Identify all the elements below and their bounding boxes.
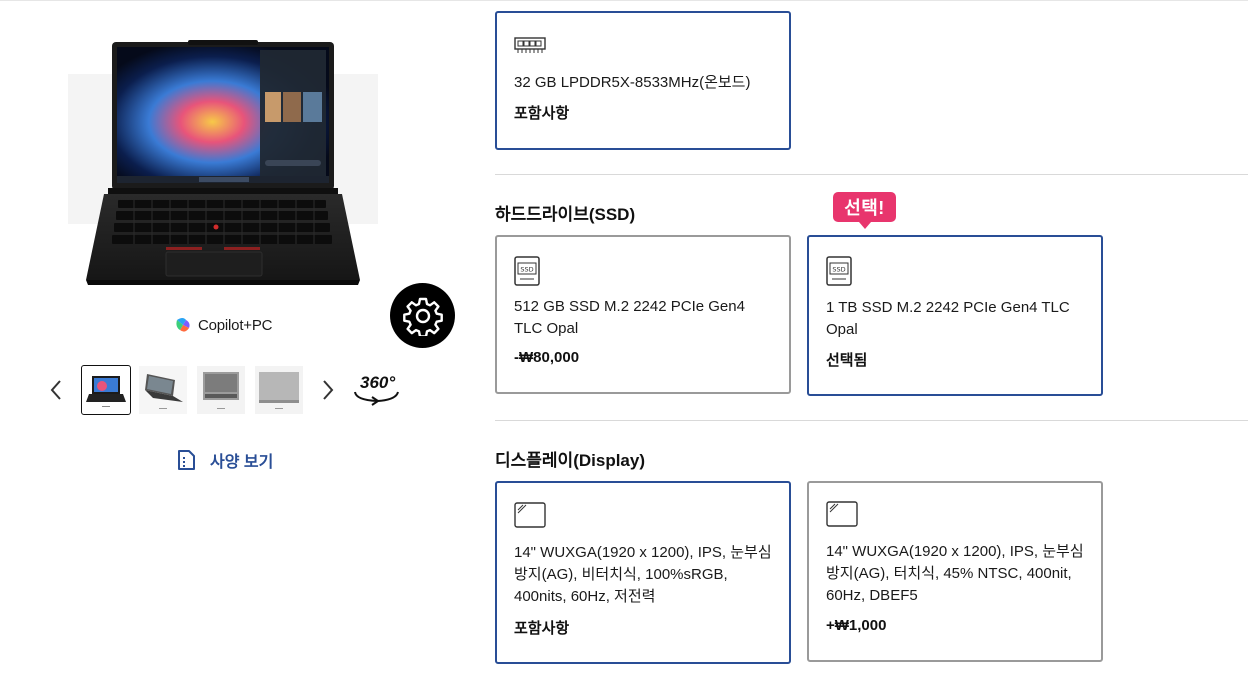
selected-badge: 선택!: [833, 192, 896, 229]
copilot-icon: [176, 318, 190, 332]
memory-module-icon: [514, 37, 546, 53]
option-price: 포함사항: [514, 620, 570, 637]
svg-text:SSD: SSD: [832, 266, 845, 274]
thumbnail-1[interactable]: [81, 365, 131, 415]
storage-section-title: 하드드라이브(SSD): [495, 205, 636, 224]
thumbnail-2[interactable]: [138, 365, 188, 415]
option-price: -₩80,000: [514, 349, 580, 366]
copilot-label: Copilot+PC: [198, 316, 273, 334]
view-360-button[interactable]: 360°: [352, 370, 402, 410]
display-section-title: 디스플레이(Display): [495, 451, 645, 470]
ssd-icon: SSD: [826, 256, 852, 286]
spec-view-label: 사양 보기: [210, 454, 274, 471]
top-border: [0, 0, 1248, 1]
storage-option-1tb[interactable]: SSD 1 TB SSD M.2 2242 PCIe Gen4 TLC Opal…: [807, 235, 1103, 396]
chevron-right-icon: [323, 380, 334, 400]
rotate-360-icon: [354, 391, 399, 406]
display-panel-icon: [826, 501, 858, 527]
thumbnail-3[interactable]: [196, 365, 246, 415]
spec-sheet-icon: [178, 450, 195, 470]
display-panel-icon: [514, 502, 546, 528]
option-description: 1 TB SSD M.2 2242 PCIe Gen4 TLC Opal: [826, 299, 1070, 338]
section-divider: [495, 420, 1248, 421]
option-description: 512 GB SSD M.2 2242 PCIe Gen4 TLC Opal: [514, 298, 745, 337]
option-description: 14" WUXGA(1920 x 1200), IPS, 눈부심 방지(AG),…: [514, 544, 772, 605]
copilot-plus-pc-logo: Copilot+PC: [174, 314, 272, 336]
product-hero-image: [64, 30, 384, 300]
spec-view-link[interactable]: 사양 보기: [176, 448, 273, 472]
ssd-icon: SSD: [514, 256, 540, 286]
carousel-next-button[interactable]: [316, 376, 340, 404]
option-description: 14" WUXGA(1920 x 1200), IPS, 눈부심 방지(AG),…: [826, 543, 1084, 604]
display-option-non-touch[interactable]: 14" WUXGA(1920 x 1200), IPS, 눈부심 방지(AG),…: [495, 481, 791, 664]
section-divider: [495, 174, 1248, 175]
option-description: 32 GB LPDDR5X-8533MHz(온보드): [514, 74, 751, 91]
customize-gear-button[interactable]: [390, 283, 455, 348]
svg-text:SSD: SSD: [520, 266, 533, 274]
chevron-left-icon: [50, 380, 61, 400]
option-price: 포함사항: [514, 105, 570, 122]
thumbnail-4[interactable]: [254, 365, 304, 415]
gear-icon: [402, 297, 443, 336]
storage-option-512gb[interactable]: SSD 512 GB SSD M.2 2242 PCIe Gen4 TLC Op…: [495, 235, 791, 394]
memory-option-card[interactable]: 32 GB LPDDR5X-8533MHz(온보드) 포함사항: [495, 11, 791, 150]
option-price: +₩1,000: [826, 617, 887, 634]
option-status: 선택됨: [826, 352, 868, 369]
carousel-prev-button[interactable]: [44, 376, 68, 404]
thumbnail-carousel: 360°: [44, 364, 414, 416]
display-option-touch[interactable]: 14" WUXGA(1920 x 1200), IPS, 눈부심 방지(AG),…: [807, 481, 1103, 662]
